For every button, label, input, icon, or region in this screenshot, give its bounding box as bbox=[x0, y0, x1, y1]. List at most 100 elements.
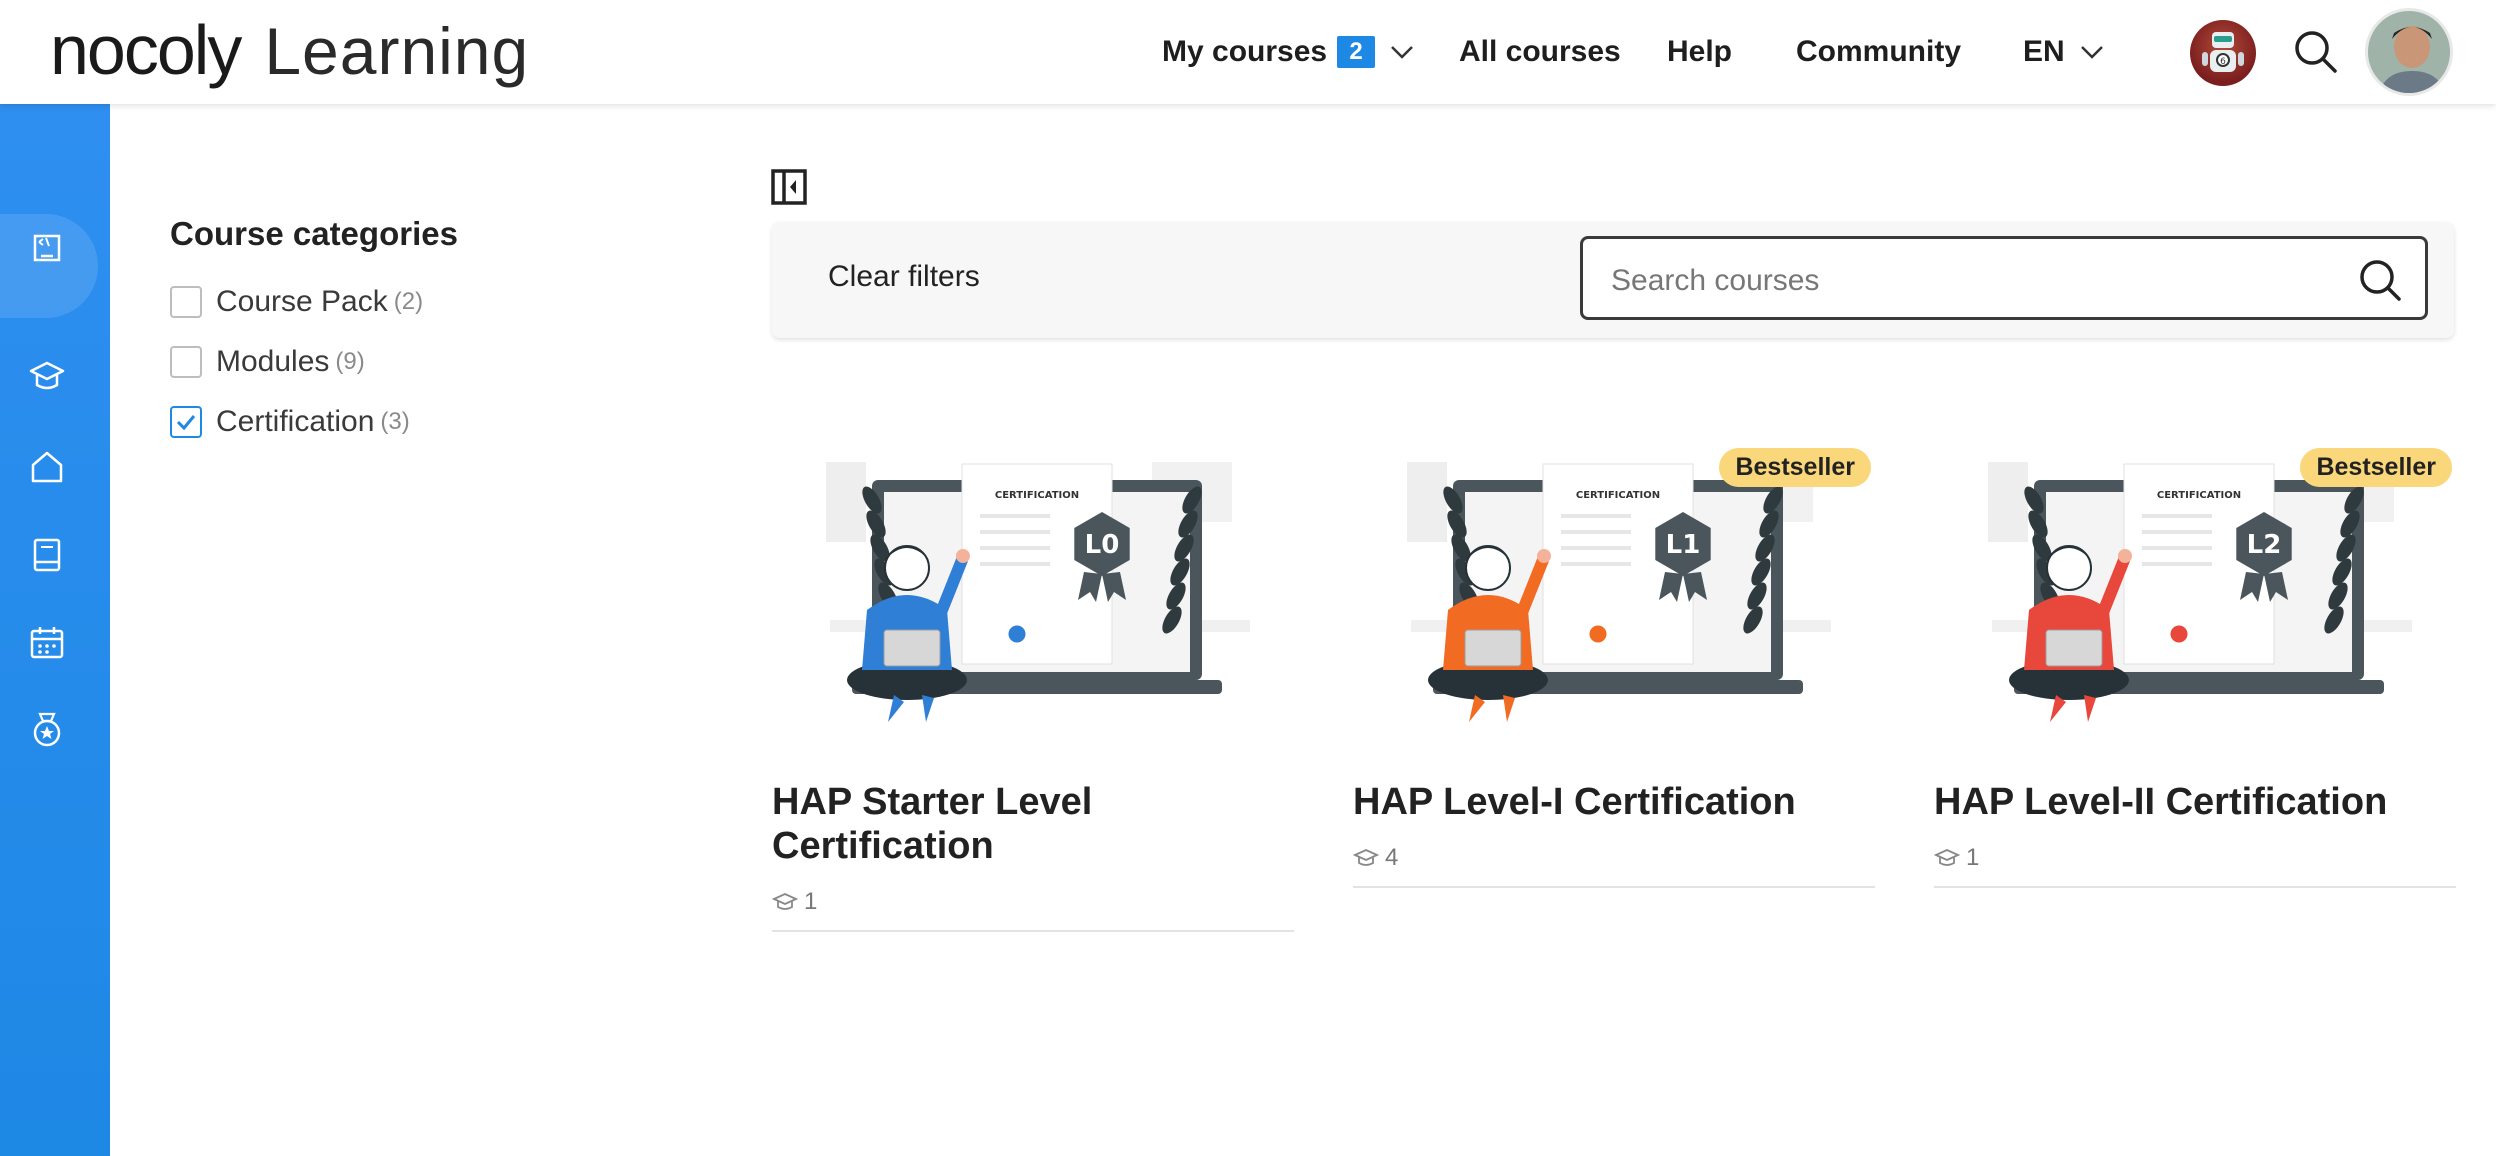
cert-line bbox=[1561, 514, 1631, 518]
site-logo[interactable]: nocoly Learning bbox=[50, 12, 529, 88]
cert-line bbox=[1561, 530, 1631, 534]
person-hand bbox=[956, 549, 970, 563]
book-icon[interactable] bbox=[27, 535, 67, 575]
clear-filters-button[interactable]: Clear filters bbox=[828, 260, 980, 294]
filter-count: (3) bbox=[380, 408, 410, 435]
my-courses-count-badge: 2 bbox=[1337, 36, 1376, 68]
course-thumbnail[interactable]: CERTIFICATION L2 Bestseller bbox=[1934, 440, 2456, 740]
certification-checkbox[interactable] bbox=[170, 406, 202, 438]
bestseller-badge: Bestseller bbox=[1719, 448, 1871, 487]
person-shoe bbox=[2084, 695, 2096, 722]
cert-line bbox=[980, 530, 1050, 534]
checkmark-icon bbox=[176, 415, 196, 431]
filter-certification[interactable]: Certification (3) bbox=[170, 402, 410, 442]
logo-sub-text: Learning bbox=[264, 14, 530, 88]
cert-line bbox=[980, 514, 1050, 518]
student-count: 1 bbox=[804, 888, 818, 915]
header-search-icon[interactable] bbox=[2290, 26, 2342, 78]
course-meta: 1 bbox=[772, 888, 1294, 916]
filter-count: (9) bbox=[335, 348, 365, 375]
cert-line bbox=[1561, 546, 1631, 550]
bestseller-badge: Bestseller bbox=[2300, 448, 2452, 487]
svg-text:6: 6 bbox=[2220, 57, 2226, 67]
top-header: nocoly Learning My courses 2 All courses… bbox=[0, 0, 2496, 104]
course-card[interactable]: CERTIFICATION L1 Bestseller HAP Level-I C… bbox=[1353, 440, 1875, 888]
nav-help[interactable]: Help bbox=[1667, 0, 1732, 104]
modules-checkbox[interactable] bbox=[170, 346, 202, 378]
card-divider bbox=[1353, 886, 1875, 888]
course-filter-bar: Clear filters bbox=[772, 222, 2454, 338]
bg-shape bbox=[1407, 462, 1447, 542]
graduation-cap-icon bbox=[1934, 849, 1960, 866]
user-avatar[interactable] bbox=[2365, 8, 2453, 96]
course-meta: 1 bbox=[1934, 844, 2456, 872]
filter-label: Modules bbox=[216, 345, 330, 378]
search-icon[interactable] bbox=[2357, 257, 2403, 303]
graduation-cap-icon bbox=[1353, 849, 1379, 866]
course-thumbnail[interactable]: CERTIFICATION L1 Bestseller bbox=[1353, 440, 1875, 740]
cert-line bbox=[2142, 514, 2212, 518]
filter-modules[interactable]: Modules (9) bbox=[170, 342, 365, 382]
student-count: 4 bbox=[1385, 844, 1399, 871]
cert-line bbox=[980, 546, 1050, 550]
search-courses-box[interactable] bbox=[1580, 236, 2428, 320]
sidebar-cap bbox=[27, 254, 67, 294]
course-card[interactable]: CERTIFICATION L0 HAP Starter Level Certif… bbox=[772, 440, 1294, 932]
course-title[interactable]: HAP Level-I Certification bbox=[1353, 780, 1875, 824]
course-meta: 4 bbox=[1353, 844, 1875, 872]
certificate-seal bbox=[1005, 622, 1029, 646]
robot-icon: 6 bbox=[2202, 32, 2244, 72]
certificate-label: CERTIFICATION bbox=[995, 490, 1079, 501]
certificate-seal bbox=[2167, 622, 2191, 646]
certificate-seal bbox=[1586, 622, 1610, 646]
cert-line bbox=[2142, 530, 2212, 534]
nav-all-courses[interactable]: All courses bbox=[1459, 0, 1621, 104]
person-laptop bbox=[1464, 629, 1522, 667]
course-title[interactable]: HAP Level-II Certification bbox=[1934, 780, 2456, 824]
student-count: 1 bbox=[1966, 844, 1980, 871]
certificate-label: CERTIFICATION bbox=[2157, 490, 2241, 501]
nav-my-courses-label: My courses bbox=[1162, 35, 1328, 68]
logo-brand-text: nocoly bbox=[50, 11, 242, 89]
person-shoe bbox=[922, 695, 934, 722]
sidebar-graduation-icon[interactable] bbox=[27, 357, 67, 397]
person-hand bbox=[1537, 549, 1551, 563]
collapse-panel-icon[interactable] bbox=[770, 168, 808, 206]
language-selector[interactable]: EN bbox=[2023, 0, 2107, 104]
course-card[interactable]: CERTIFICATION L2 Bestseller HAP Level-II … bbox=[1934, 440, 2456, 888]
nav-community[interactable]: Community bbox=[1796, 0, 1961, 104]
chevron-down-icon bbox=[1391, 46, 1413, 59]
person-laptop bbox=[2045, 629, 2103, 667]
level-label: L1 bbox=[1666, 530, 1701, 560]
graduation-cap-icon bbox=[772, 893, 798, 910]
nav-my-courses[interactable]: My courses 2 bbox=[1162, 0, 1417, 104]
cert-line bbox=[1561, 562, 1631, 566]
course-categories-heading: Course categories bbox=[170, 215, 458, 252]
bg-shape bbox=[1988, 462, 2028, 542]
search-courses-input[interactable] bbox=[1611, 261, 2331, 301]
card-divider bbox=[772, 930, 1294, 932]
level-label: L0 bbox=[1085, 530, 1120, 560]
calendar-icon[interactable] bbox=[27, 623, 67, 663]
badge-icon[interactable] bbox=[27, 710, 67, 750]
course-title[interactable]: HAP Starter Level Certification bbox=[772, 780, 1294, 868]
cert-line bbox=[2142, 562, 2212, 566]
course-pack-checkbox[interactable] bbox=[170, 286, 202, 318]
home-icon[interactable] bbox=[27, 447, 67, 487]
filter-count: (2) bbox=[393, 288, 424, 315]
user-photo bbox=[2368, 11, 2450, 93]
left-sidebar bbox=[0, 104, 110, 1156]
course-thumbnail[interactable]: CERTIFICATION L0 bbox=[772, 440, 1294, 740]
level-label: L2 bbox=[2247, 530, 2282, 560]
filter-label: Certification bbox=[216, 405, 375, 438]
person-shoe bbox=[1503, 695, 1515, 722]
card-divider bbox=[1934, 886, 2456, 888]
certification-illustration: CERTIFICATION L0 bbox=[826, 462, 1250, 722]
filter-course-pack[interactable]: Course Pack (2) bbox=[170, 282, 423, 322]
assistant-robot-avatar[interactable]: 6 bbox=[2190, 20, 2256, 86]
language-label: EN bbox=[2023, 35, 2065, 68]
filter-label: Course Pack bbox=[216, 285, 388, 318]
cert-line bbox=[2142, 546, 2212, 550]
cert-line bbox=[980, 562, 1050, 566]
person-laptop bbox=[883, 629, 941, 667]
